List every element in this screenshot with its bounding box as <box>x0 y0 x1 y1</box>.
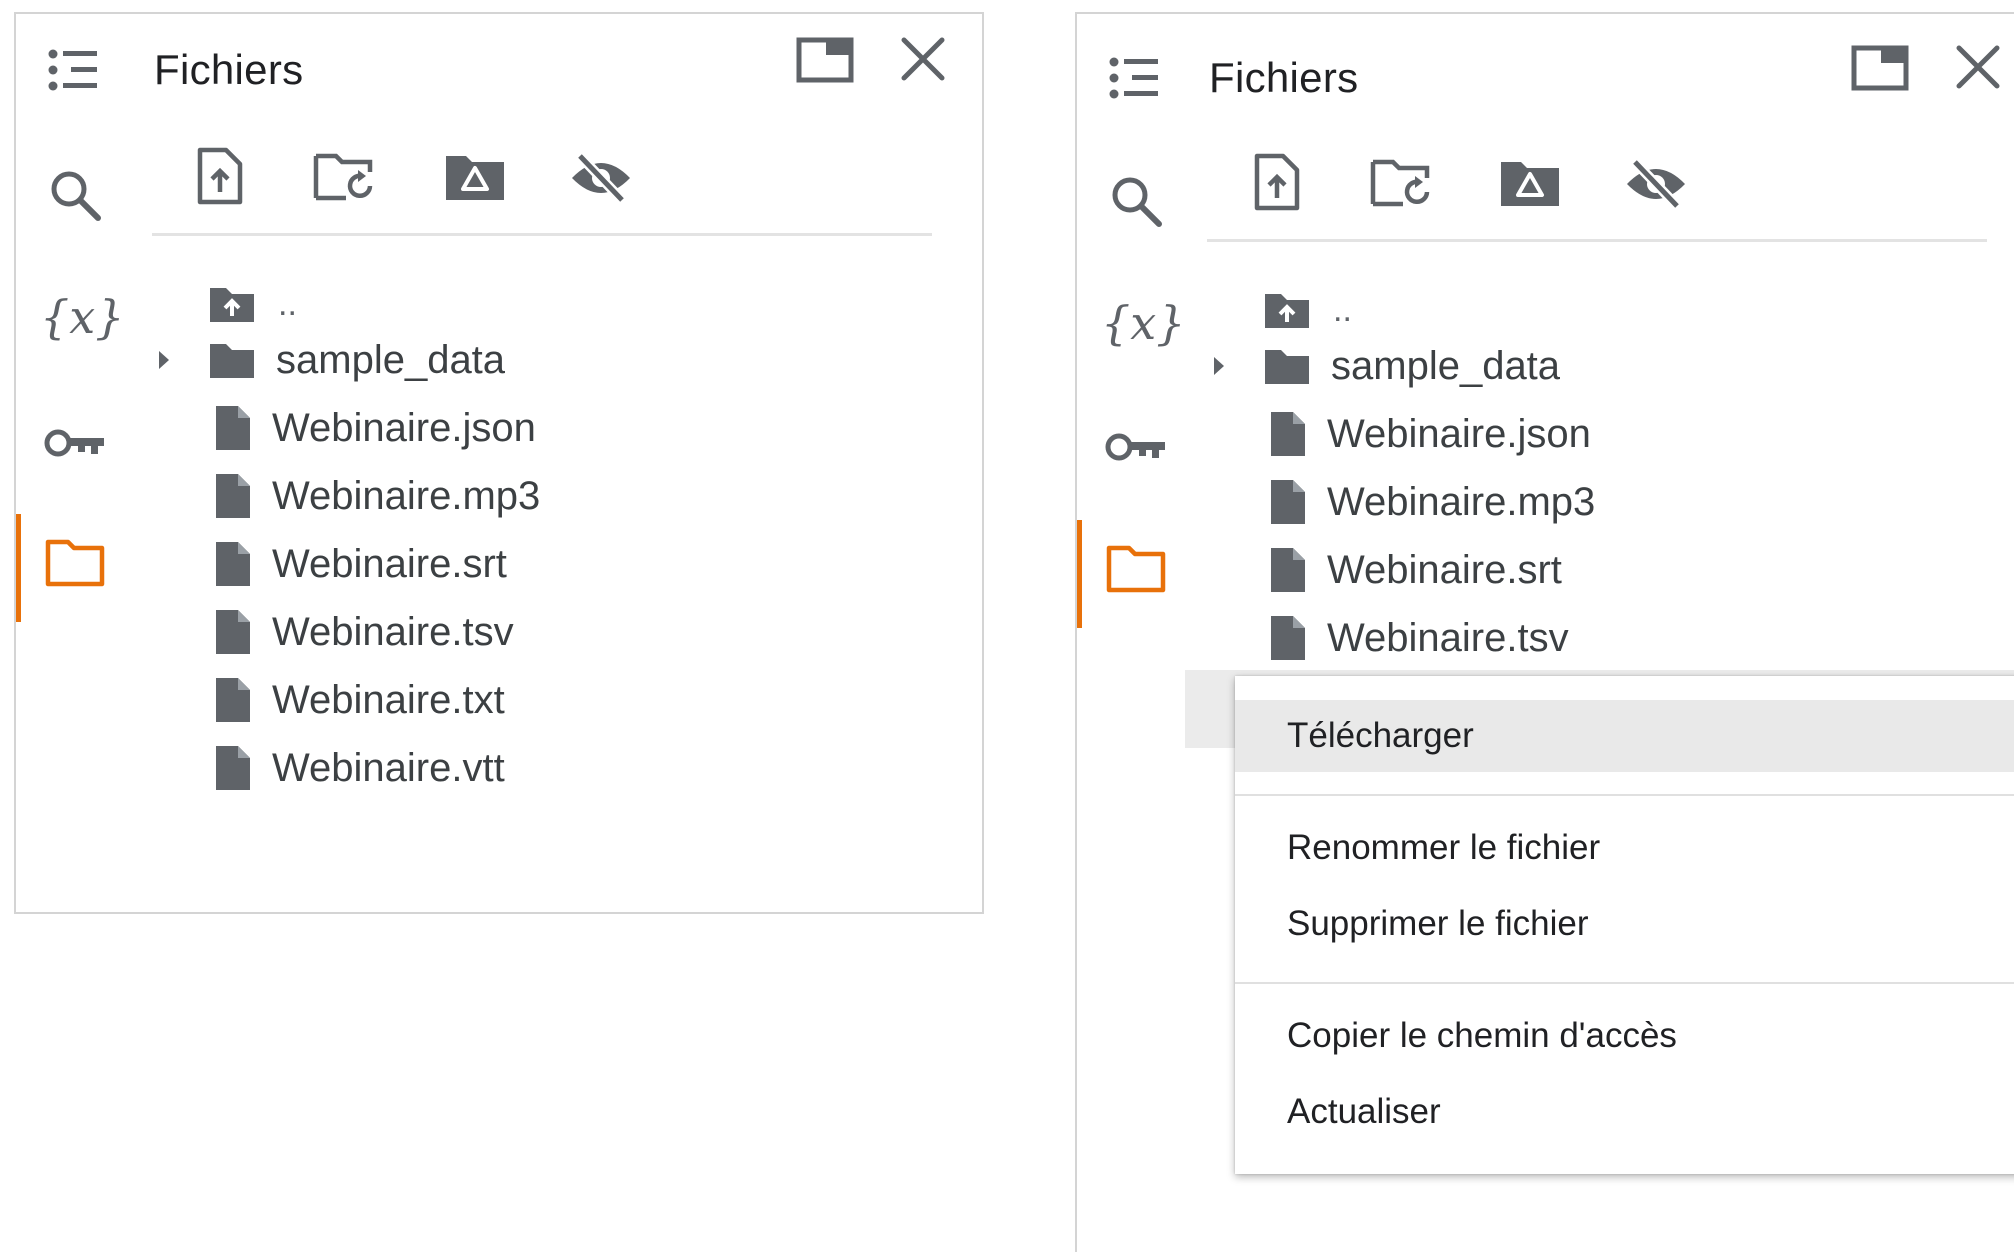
file-row[interactable]: Webinaire.tsv <box>214 602 514 662</box>
upload-file-icon[interactable] <box>194 146 246 206</box>
active-tab-indicator <box>16 514 21 622</box>
file-icon <box>214 540 252 588</box>
file-row[interactable]: Webinaire.json <box>214 398 536 458</box>
menu-item-delete[interactable]: Supprimer le fichier <box>1235 888 2014 960</box>
search-icon[interactable] <box>46 166 104 224</box>
file-icon <box>1269 478 1307 526</box>
table-of-contents-icon[interactable] <box>46 42 102 98</box>
parent-directory-row[interactable]: .. <box>1263 280 1352 340</box>
file-row[interactable]: Webinaire.vtt <box>214 738 505 798</box>
open-in-tab-icon[interactable] <box>796 36 854 84</box>
menu-item-copy-path[interactable]: Copier le chemin d'accès <box>1235 1000 2014 1072</box>
file-icon <box>214 744 252 792</box>
parent-directory-label: .. <box>278 284 297 323</box>
menu-divider <box>1235 794 2014 796</box>
menu-item-refresh[interactable]: Actualiser <box>1235 1076 2014 1148</box>
file-name: Webinaire.json <box>272 405 536 450</box>
hide-hidden-files-icon[interactable] <box>568 150 634 206</box>
folder-up-icon <box>1263 290 1311 330</box>
file-name: Webinaire.mp3 <box>1327 479 1596 524</box>
file-name: Webinaire.mp3 <box>272 473 541 518</box>
file-name: Webinaire.tsv <box>272 609 514 654</box>
file-icon <box>1269 614 1307 662</box>
folder-icon <box>208 340 256 380</box>
parent-directory-row[interactable]: .. <box>208 274 297 334</box>
upload-file-icon[interactable] <box>1251 152 1303 212</box>
variables-icon[interactable]: {x} <box>40 290 125 344</box>
variables-icon[interactable]: {x} <box>1101 296 1186 350</box>
toolbar-divider <box>152 233 932 236</box>
panel-title: Fichiers <box>154 46 304 93</box>
file-row[interactable]: Webinaire.tsv <box>1269 608 1569 668</box>
file-icon <box>214 676 252 724</box>
file-row[interactable]: Webinaire.json <box>1269 404 1591 464</box>
file-name: Webinaire.srt <box>1327 547 1562 592</box>
files-folder-icon[interactable] <box>1105 542 1167 594</box>
file-row[interactable]: Webinaire.srt <box>214 534 507 594</box>
folder-row[interactable]: sample_data <box>1263 336 1560 396</box>
active-tab-indicator <box>1077 520 1082 628</box>
file-name: Webinaire.txt <box>272 677 505 722</box>
file-name: sample_data <box>1331 343 1561 388</box>
file-icon <box>214 608 252 656</box>
file-row[interactable]: Webinaire.mp3 <box>214 466 540 526</box>
file-name: Webinaire.tsv <box>1327 615 1569 660</box>
file-name: Webinaire.json <box>1327 411 1591 456</box>
search-icon[interactable] <box>1107 172 1165 230</box>
files-panel-right: {x} Fichiers .. sample_data Webinaire.js… <box>1075 12 2014 1252</box>
files-folder-icon[interactable] <box>44 536 106 588</box>
secrets-key-icon[interactable] <box>44 424 108 462</box>
close-icon[interactable] <box>900 36 946 82</box>
panel-title: Fichiers <box>1209 54 1359 101</box>
close-icon[interactable] <box>1955 44 2001 90</box>
file-icon <box>1269 546 1307 594</box>
table-of-contents-icon[interactable] <box>1107 50 1163 106</box>
file-icon <box>1269 410 1307 458</box>
file-row[interactable]: Webinaire.mp3 <box>1269 472 1595 532</box>
secrets-key-icon[interactable] <box>1105 428 1169 466</box>
file-icon <box>214 472 252 520</box>
mount-drive-icon[interactable] <box>1499 158 1561 208</box>
file-icon <box>214 404 252 452</box>
files-panel-left: {x} Fichiers .. sample_data Webinaire.js… <box>14 12 984 914</box>
menu-divider <box>1235 982 2014 984</box>
file-name: Webinaire.vtt <box>272 745 505 790</box>
file-name: sample_data <box>276 337 506 382</box>
expand-arrow-icon[interactable] <box>1211 354 1227 378</box>
mount-drive-icon[interactable] <box>444 152 506 202</box>
folder-up-icon <box>208 284 256 324</box>
open-in-tab-icon[interactable] <box>1851 44 1909 92</box>
refresh-folder-icon[interactable] <box>312 148 378 206</box>
file-name: Webinaire.srt <box>272 541 507 586</box>
toolbar-divider <box>1207 239 1987 242</box>
menu-item-download[interactable]: Télécharger <box>1235 700 2014 772</box>
file-row[interactable]: Webinaire.srt <box>1269 540 1562 600</box>
folder-row[interactable]: sample_data <box>208 330 505 390</box>
hide-hidden-files-icon[interactable] <box>1623 156 1689 212</box>
context-menu: Télécharger Renommer le fichier Supprime… <box>1235 676 2014 1174</box>
refresh-folder-icon[interactable] <box>1369 154 1435 212</box>
parent-directory-label: .. <box>1333 290 1352 329</box>
file-row[interactable]: Webinaire.txt <box>214 670 505 730</box>
expand-arrow-icon[interactable] <box>156 348 172 372</box>
folder-icon <box>1263 346 1311 386</box>
menu-item-rename[interactable]: Renommer le fichier <box>1235 812 2014 884</box>
